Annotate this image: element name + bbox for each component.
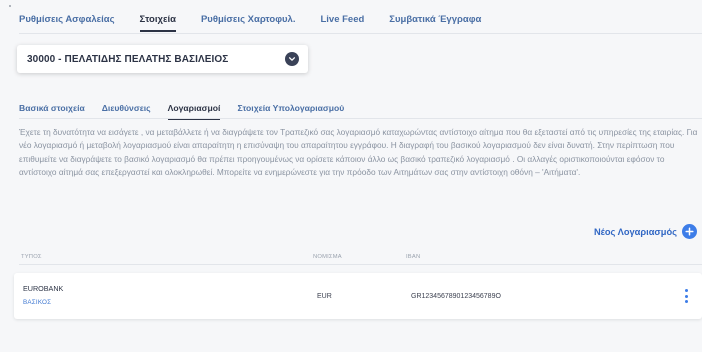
new-account-label: Νέος Λογαριασμός (593, 226, 677, 237)
bank-name: EUROBANK (23, 284, 64, 293)
tab-live-feed[interactable]: Live Feed (320, 14, 364, 30)
chevron-down-icon[interactable] (285, 52, 299, 66)
tab-security-settings[interactable]: Ρυθμίσεις Ασφαλείας (19, 14, 115, 30)
iban-value: GR1234567890123456789O (411, 293, 501, 300)
top-tabs-divider (19, 33, 702, 34)
accounts-info-text: Έχετε τη δυνατότητα να εισάγετε , να μετ… (19, 127, 698, 178)
more-dot (684, 300, 688, 303)
corner-dot (9, 5, 11, 7)
account-type: ΒΑΣΙΚΟΣ (23, 299, 52, 306)
table-header-divider (19, 264, 702, 265)
more-vertical-icon[interactable] (682, 287, 690, 305)
tab-portfolio-settings[interactable]: Ρυθμίσεις Χαρτοφυλ. (201, 14, 296, 30)
tab-contract-documents[interactable]: Συμβατικά Έγγραφα (389, 14, 481, 30)
column-header-type: ΤΥΠΟΣ (21, 254, 42, 260)
currency-value: EUR (317, 293, 332, 300)
customer-select[interactable]: 30000 - ΠΕΛΑΤΙΔΗΣ ΠΕΛΑΤΗΣ ΒΑΣΙΛΕΙΟΣ (17, 45, 308, 73)
table-row[interactable]: EUROBANK ΒΑΣΙΚΟΣ EUR GR12345678901234567… (14, 273, 702, 319)
new-account-button[interactable]: Νέος Λογαριασμός (594, 224, 697, 239)
sub-tabs-divider (19, 118, 702, 119)
more-dot (684, 289, 688, 292)
more-dot (684, 294, 688, 298)
column-header-iban: IBAN (406, 254, 421, 260)
plus-icon[interactable] (682, 224, 697, 239)
tab-details[interactable]: Στοιχεία (139, 14, 176, 32)
column-header-currency: ΝΟΜΙΣΜΑ (313, 254, 342, 260)
customer-select-value: 30000 - ΠΕΛΑΤΙΔΗΣ ΠΕΛΑΤΗΣ ΒΑΣΙΛΕΙΟΣ (27, 53, 229, 65)
accounts-table-header: ΤΥΠΟΣ ΝΟΜΙΣΜΑ IBAN (19, 254, 702, 264)
top-tabs: Ρυθμίσεις Ασφαλείας Στοιχεία Ρυθμίσεις Χ… (19, 14, 506, 32)
